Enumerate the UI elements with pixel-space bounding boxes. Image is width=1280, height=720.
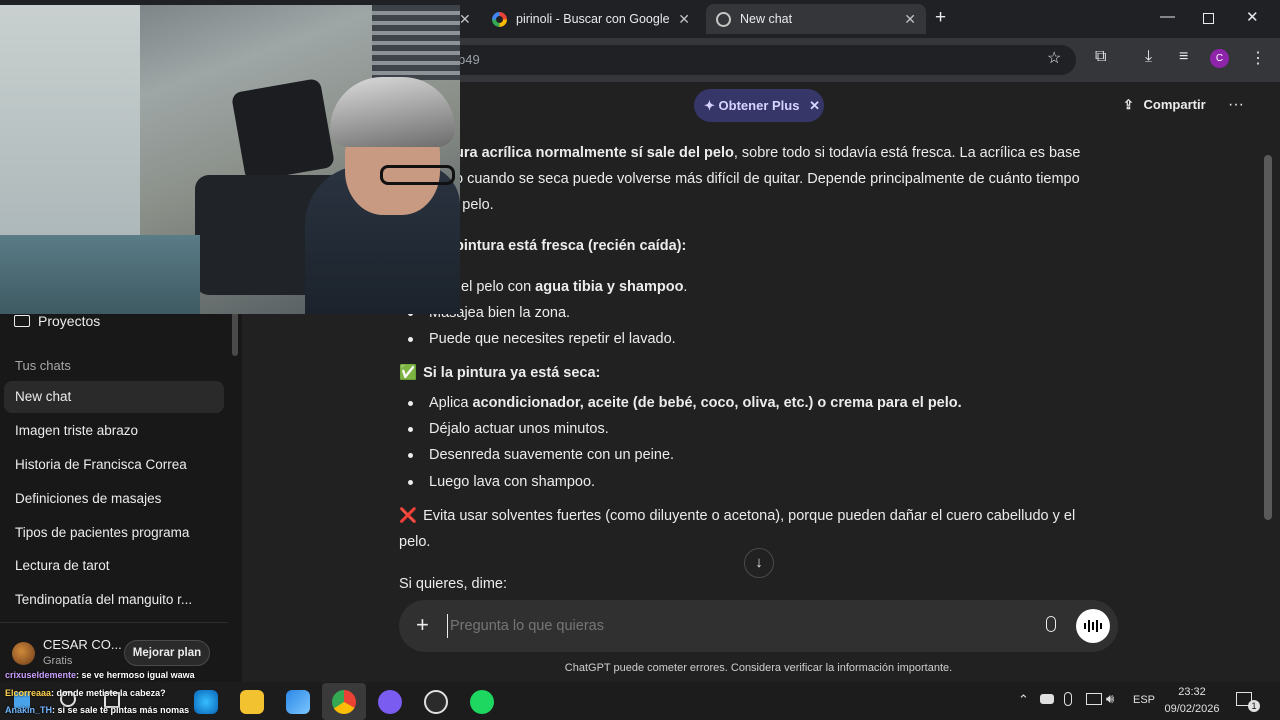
get-plus-button[interactable]: ✦ Obtener Plus ✕ — [694, 89, 824, 122]
stream-chat-line: Anakin_TH: si se sale te pintas más noma… — [5, 705, 190, 715]
user-name[interactable]: CESAR CO... — [43, 637, 122, 652]
download-icon[interactable]: ⤓ — [1145, 48, 1152, 66]
menu-kebab-icon[interactable]: ⋮ — [1250, 48, 1266, 68]
section-heading: ✅ Si la pintura ya está seca: — [399, 360, 600, 386]
sidebar-chat-item[interactable]: Tendinopatía del manguito r... — [0, 584, 224, 616]
stream-chat-line: crixuseldemente: se ve hermoso igual waw… — [5, 670, 195, 680]
voice-mode-button[interactable] — [1076, 609, 1110, 643]
tab-new-chat[interactable]: New chat ✕ — [706, 4, 926, 34]
sidebar-chat-item[interactable]: New chat — [4, 381, 224, 413]
microphone-tray-icon[interactable] — [1064, 692, 1072, 706]
file-explorer-icon[interactable] — [240, 690, 264, 714]
scroll-down-button[interactable]: ↓ — [744, 548, 774, 578]
list-item: Puede que necesites repetir el lavado. — [429, 331, 676, 347]
extensions-icon[interactable]: ⧉ — [1095, 48, 1106, 66]
edge-icon[interactable] — [194, 690, 218, 714]
stream-chat-line: Elcorreaaa: donde metiste la cabeza? — [5, 688, 166, 698]
share-icon: ⇪ — [1123, 97, 1134, 112]
tab-close-icon[interactable]: ✕ — [459, 11, 471, 28]
message-paragraph: l pelo. — [455, 197, 494, 213]
folder-icon — [14, 315, 30, 327]
close-window-icon[interactable]: ✕ — [1246, 8, 1259, 26]
chat-scrollbar[interactable] — [1264, 155, 1272, 520]
webcam-overlay — [0, 5, 460, 314]
clock-time[interactable]: 23:32 — [1164, 686, 1220, 698]
more-options-icon[interactable]: ··· — [1228, 96, 1244, 114]
bullet-icon — [408, 337, 413, 342]
sidebar-chat-item[interactable]: Imagen triste abrazo — [0, 415, 224, 447]
cross-icon: ❌ — [399, 508, 418, 524]
person-hair — [330, 77, 455, 147]
volume-icon[interactable]: 🔊︎ — [1106, 691, 1114, 707]
restore-icon[interactable] — [1203, 13, 1214, 24]
notification-badge: 1 — [1248, 700, 1260, 712]
bullet-icon — [408, 453, 413, 458]
address-bar[interactable]: b49 — [440, 45, 1076, 75]
plus-icon[interactable]: + — [416, 612, 429, 638]
profile-avatar[interactable]: C — [1210, 49, 1229, 68]
microphone-icon[interactable] — [1046, 616, 1056, 632]
arrow-down-icon: ↓ — [755, 554, 763, 571]
floor — [0, 235, 200, 314]
message-paragraph: o cuando se seca puede volverse más difí… — [455, 171, 1080, 187]
discord-tray-icon[interactable] — [1040, 694, 1054, 704]
list-item: el pelo con agua tibia y shampoo. — [461, 279, 688, 295]
language-indicator[interactable]: ESP — [1133, 694, 1155, 706]
sidebar-chat-item[interactable]: Tipos de pacientes programa — [0, 517, 224, 549]
new-tab-icon[interactable]: + — [935, 7, 946, 29]
glasses — [380, 165, 455, 185]
tab-title: New chat — [740, 12, 793, 26]
sparkle-icon: ✦ — [704, 98, 715, 113]
list-item: Déjalo actuar unos minutos. — [429, 421, 609, 437]
discord-icon[interactable] — [378, 690, 402, 714]
list-item: Luego lava con shampoo. — [429, 474, 596, 490]
tab-google-search[interactable]: pirinoli - Buscar con Google ✕ — [482, 4, 700, 34]
store-icon[interactable] — [286, 690, 310, 714]
window-blinds — [372, 5, 460, 80]
sidebar-item-label: Proyectos — [38, 313, 101, 329]
bullet-icon — [408, 480, 413, 485]
share-button[interactable]: ⇪ Compartir — [1123, 97, 1206, 113]
tab-close-icon[interactable]: ✕ — [678, 11, 690, 28]
sidebar-chat-item[interactable]: Definiciones de masajes — [0, 483, 224, 515]
bookmark-star-icon[interactable]: ☆ — [1047, 48, 1061, 68]
spotify-icon[interactable] — [470, 690, 494, 714]
upgrade-plan-button[interactable]: Mejorar plan — [124, 640, 210, 666]
list-item: Aplica acondicionador, aceite (de bebé, … — [429, 395, 962, 411]
tab-title: pirinoli - Buscar con Google — [516, 12, 670, 26]
obs-icon[interactable] — [424, 690, 448, 714]
prompt-input[interactable] — [447, 614, 1027, 638]
sidebar-item-projects[interactable]: Proyectos — [14, 313, 100, 329]
message-paragraph: Si quieres, dime: — [399, 576, 507, 592]
message-paragraph: ura acrílica normalmente sí sale del pel… — [455, 145, 1081, 161]
voice-wave-icon — [1084, 620, 1102, 632]
section-heading: pintura está fresca (recién caída): — [455, 238, 687, 254]
chair-back — [230, 77, 336, 183]
chrome-icon[interactable] — [332, 690, 356, 714]
list-item: Desenreda suavemente con un peine. — [429, 447, 675, 463]
tab-close-icon[interactable]: ✕ — [904, 11, 916, 28]
url-text: b49 — [458, 52, 480, 67]
bullet-icon — [408, 427, 413, 432]
disclaimer-text: ChatGPT puede cometer errores. Considera… — [564, 662, 953, 674]
divider — [0, 622, 228, 623]
sidebar-chat-item[interactable]: Lectura de tarot — [0, 550, 224, 582]
get-plus-label: Obtener Plus — [718, 98, 800, 113]
minimize-icon[interactable]: — — [1160, 8, 1175, 25]
bullet-icon — [408, 401, 413, 406]
avatar[interactable] — [12, 642, 35, 665]
dismiss-plus-icon[interactable]: ✕ — [809, 98, 820, 113]
user-plan: Gratis — [43, 655, 73, 667]
media-queue-icon[interactable]: ≡ — [1179, 48, 1188, 66]
sidebar-section-title: Tus chats — [15, 358, 71, 373]
chevron-up-icon[interactable]: ⌃ — [1018, 692, 1029, 708]
network-icon[interactable] — [1086, 693, 1102, 705]
share-label: Compartir — [1143, 97, 1206, 112]
chatgpt-icon — [716, 11, 731, 27]
assistant-message: ura acrílica normalmente sí sale del pel… — [455, 140, 1155, 218]
sidebar-chat-item[interactable]: Historia de Francisca Correa — [0, 449, 224, 481]
clock-date[interactable]: 09/02/2026 — [1160, 703, 1224, 715]
check-icon: ✅ — [399, 365, 418, 381]
google-icon — [492, 11, 507, 27]
